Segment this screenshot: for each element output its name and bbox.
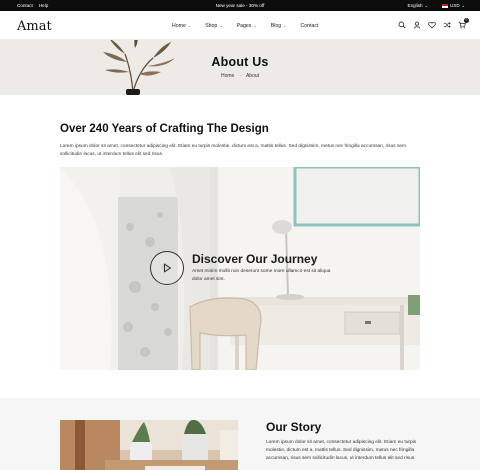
chevron-down-icon: ⌄ [283, 23, 287, 28]
nav-label: Blog [270, 23, 282, 29]
intro-heading: Over 240 Years of Crafting The Design [60, 123, 269, 135]
story-image [60, 420, 238, 470]
our-story-section: Our Story Lorem ipsum dolor sit amet, co… [0, 398, 480, 470]
cart-count-badge: 0 [464, 18, 469, 23]
heart-icon[interactable] [428, 21, 436, 29]
breadcrumb-separator: · [239, 73, 241, 79]
chevron-down-icon: ⌄ [253, 23, 257, 28]
language-select[interactable]: English ⌄ [408, 3, 428, 8]
top-selectors: English ⌄ USD ⌄ [408, 3, 466, 8]
page-title: About Us [211, 55, 269, 69]
intro-paragraph: Lorem ipsum dolor sit amet, consectetur … [60, 144, 407, 157]
nav-label: Shop [205, 23, 218, 29]
search-icon[interactable] [398, 21, 406, 29]
currency-label: USD [449, 3, 460, 8]
breadcrumb-current: About [245, 73, 260, 79]
user-icon[interactable] [413, 21, 421, 29]
video-heading: Discover Our Journey [192, 252, 318, 266]
nav-item-blog[interactable]: Blog ⌄ [271, 23, 287, 29]
breadcrumb: Home · About [0, 73, 480, 79]
us-flag-icon [441, 3, 448, 8]
cart-button[interactable]: 0 [458, 18, 469, 29]
page-banner: About Us Home · About [0, 40, 480, 95]
nav-item-home[interactable]: Home ⌄ [172, 23, 191, 29]
story-heading: Our Story [266, 420, 322, 434]
nav-item-pages[interactable]: Pages ⌄ [237, 23, 257, 29]
nav-label: Pages [236, 23, 252, 29]
chevron-down-icon: ⌄ [424, 3, 428, 8]
nav-item-contact[interactable]: Contact [301, 23, 319, 29]
chevron-down-icon: ⌄ [187, 23, 192, 28]
story-paragraph: Lorem ipsum dolor sit amet, consectetur … [266, 440, 417, 461]
breadcrumb-home[interactable]: Home [221, 73, 234, 79]
main-nav: Home ⌄ Shop ⌄ Pages ⌄ Blog ⌄ Contact [172, 23, 318, 29]
nav-item-shop[interactable]: Shop ⌄ [205, 23, 222, 29]
chevron-down-icon: ⌄ [219, 23, 223, 28]
chevron-down-icon: ⌄ [461, 3, 465, 8]
journey-video: Discover Our Journey Amet minim mollit n… [60, 167, 420, 370]
play-button[interactable] [150, 251, 184, 285]
desk-plants-image [60, 420, 238, 470]
video-description: Amet minim mollit non deserunt some more… [192, 269, 331, 282]
currency-select[interactable]: USD ⌄ [441, 3, 465, 8]
nav-label: Home [172, 23, 186, 29]
site-header: Amat Home ⌄ Shop ⌄ Pages ⌄ Blog ⌄ Contact 0 [0, 11, 480, 40]
top-bar: Contact Help New year sale - 30% off Eng… [0, 0, 480, 11]
play-icon [164, 263, 172, 273]
header-icons: 0 [398, 18, 469, 29]
language-label: English [407, 3, 423, 8]
shuffle-icon[interactable] [443, 21, 451, 29]
logo[interactable]: Amat [17, 19, 52, 34]
